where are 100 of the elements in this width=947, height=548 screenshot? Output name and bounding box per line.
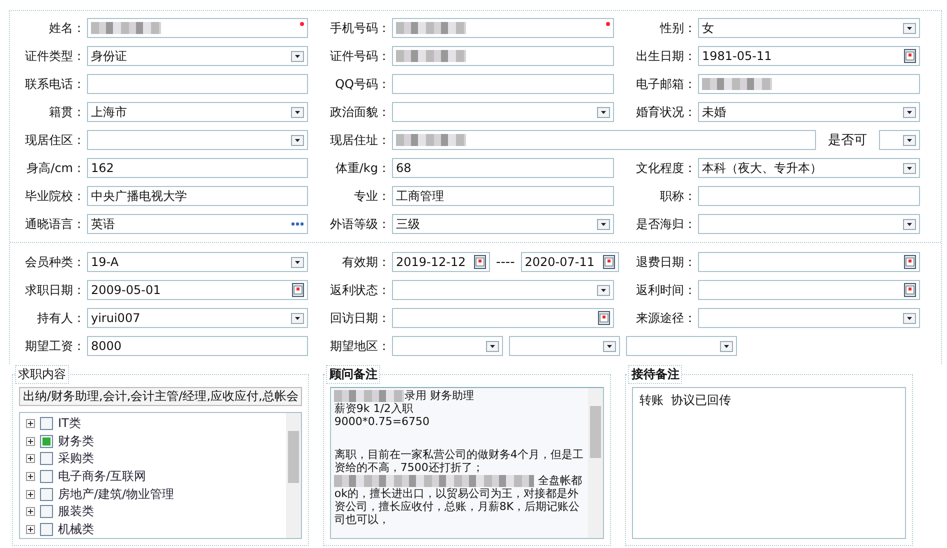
- calendar-icon[interactable]: [904, 49, 916, 63]
- calendar-icon[interactable]: [602, 255, 615, 269]
- checkbox[interactable]: [40, 417, 53, 430]
- scroll-thumb[interactable]: [288, 431, 300, 483]
- text-field[interactable]: 工商管理: [392, 186, 614, 206]
- range-separator: ----: [496, 254, 515, 270]
- date-field[interactable]: 2019-12-12: [392, 252, 490, 272]
- tree-item[interactable]: 采购类: [58, 450, 94, 468]
- panel-title: 求职内容: [15, 365, 69, 384]
- field-label: 来源途径：: [635, 310, 697, 326]
- tree-item[interactable]: 电子商务/互联网: [58, 468, 146, 486]
- dropdown[interactable]: yirui007: [87, 308, 308, 328]
- calendar-icon[interactable]: [474, 255, 486, 269]
- date-field[interactable]: [698, 280, 920, 300]
- field-label: 是否可: [827, 132, 868, 149]
- panel-title: 顾问备注: [326, 365, 380, 384]
- dropdown[interactable]: 女: [698, 18, 920, 38]
- text-field[interactable]: 中央广播电视大学: [87, 186, 308, 206]
- calendar-icon[interactable]: [904, 283, 916, 297]
- note-text: 录用 财务助理: [334, 389, 586, 402]
- calendar-icon[interactable]: [598, 311, 610, 325]
- tree-item[interactable]: 财务类: [58, 432, 94, 450]
- panel-title: 接待备注: [628, 365, 682, 384]
- redacted-block: [334, 390, 404, 402]
- expand-icon[interactable]: [26, 454, 35, 464]
- text-field[interactable]: [392, 18, 614, 38]
- field-label: 退费日期：: [635, 254, 697, 270]
- field-label: 外语等级：: [329, 216, 391, 232]
- field-label: 返利状态：: [329, 282, 391, 298]
- scrollbar[interactable]: [286, 413, 302, 538]
- scroll-thumb[interactable]: [590, 406, 602, 458]
- note-text: 薪资9k 1/2入职: [334, 402, 414, 415]
- expand-icon[interactable]: [26, 472, 35, 482]
- text-field[interactable]: [392, 74, 614, 94]
- dropdown[interactable]: 未婚: [698, 102, 920, 122]
- date-field[interactable]: 1981-05-11: [698, 46, 920, 66]
- field-label: 专业：: [353, 188, 391, 204]
- text-field[interactable]: 162: [87, 158, 308, 178]
- notes-field[interactable]: 录用 财务助理 薪资9k 1/2入职 9000*0.75=6750 离职，目前在一家私营公司的做财务4个月，但是工资给的不高，7500还打折了； 全盘帐都ok的，擅长进出口，以贸易公司为王，对接都是外资公司，擅长应收付，总账，月薪8K，后期记账公司也可以，: [330, 387, 604, 539]
- tree-item[interactable]: 机械类: [58, 520, 94, 538]
- field-label: 回访日期：: [329, 310, 391, 326]
- expand-icon[interactable]: [26, 507, 35, 516]
- field-label: 期望工资：: [24, 338, 86, 354]
- field-label: 政治面貌：: [329, 104, 391, 120]
- expand-icon[interactable]: [26, 490, 35, 499]
- dropdown[interactable]: 上海市: [87, 102, 308, 122]
- dropdown[interactable]: 身份证: [87, 46, 308, 66]
- text-field[interactable]: [392, 130, 816, 150]
- text-field[interactable]: [87, 74, 308, 94]
- text-field[interactable]: 8000: [87, 336, 308, 356]
- field-label: 现居住区：: [24, 132, 86, 148]
- dropdown[interactable]: 19-A: [87, 252, 308, 272]
- field-label: 职称：: [659, 188, 697, 204]
- text-field[interactable]: 68: [392, 158, 614, 178]
- field-label: 电子邮箱：: [635, 76, 697, 92]
- notes-field[interactable]: 转账 协议已回传: [632, 387, 906, 539]
- text-field[interactable]: 英语: [87, 214, 308, 234]
- calendar-icon[interactable]: [904, 255, 916, 269]
- field-label: 籍贯：: [48, 104, 86, 120]
- tree-item[interactable]: 服装类: [58, 503, 94, 520]
- checkbox[interactable]: [40, 434, 53, 448]
- checkbox[interactable]: [40, 470, 53, 484]
- text-field[interactable]: [87, 18, 308, 38]
- dropdown[interactable]: 三级: [392, 214, 614, 234]
- field-label: 现居住址：: [329, 132, 391, 148]
- tree-item[interactable]: 房地产/建筑/物业管理: [58, 486, 174, 503]
- note-text: 9000*0.75=6750: [334, 415, 431, 428]
- date-field[interactable]: 2009-05-01: [87, 280, 308, 300]
- date-field[interactable]: [698, 252, 920, 272]
- tree-item[interactable]: IT类: [58, 415, 81, 432]
- field-label: 身高/cm：: [26, 160, 86, 176]
- field-label: 返利时间：: [635, 282, 697, 298]
- checkbox[interactable]: [40, 522, 53, 536]
- calendar-icon[interactable]: [292, 283, 304, 297]
- field-label: 证件类型：: [24, 48, 86, 64]
- field-label: 毕业院校：: [24, 188, 86, 204]
- text-field[interactable]: [392, 46, 614, 66]
- field-label: 婚育状况：: [635, 104, 697, 120]
- scrollbar[interactable]: [588, 388, 604, 538]
- field-label: QQ号码：: [334, 76, 391, 92]
- text-field[interactable]: [698, 74, 920, 94]
- field-label: 通晓语言：: [24, 216, 86, 232]
- expand-icon[interactable]: [26, 436, 35, 446]
- field-label: 联系电话：: [24, 76, 86, 92]
- field-label: 姓名：: [48, 20, 86, 36]
- dropdown[interactable]: 本科（夜大、专升本）: [698, 158, 920, 178]
- text-field[interactable]: [698, 186, 920, 206]
- field-label: 有效期：: [341, 254, 391, 270]
- field-label: 期望地区：: [329, 338, 391, 354]
- checkbox[interactable]: [40, 488, 53, 501]
- field-label: 体重/kg：: [334, 160, 391, 176]
- expand-icon[interactable]: [26, 524, 35, 534]
- checkbox[interactable]: [40, 505, 53, 518]
- more-icon[interactable]: [291, 222, 304, 226]
- date-field[interactable]: 2020-07-11: [520, 252, 619, 272]
- field-label: 求职日期：: [24, 282, 86, 298]
- checkbox[interactable]: [40, 452, 53, 466]
- date-field[interactable]: [392, 308, 614, 328]
- field-label: 是否海归：: [635, 216, 697, 232]
- expand-icon[interactable]: [26, 419, 35, 428]
